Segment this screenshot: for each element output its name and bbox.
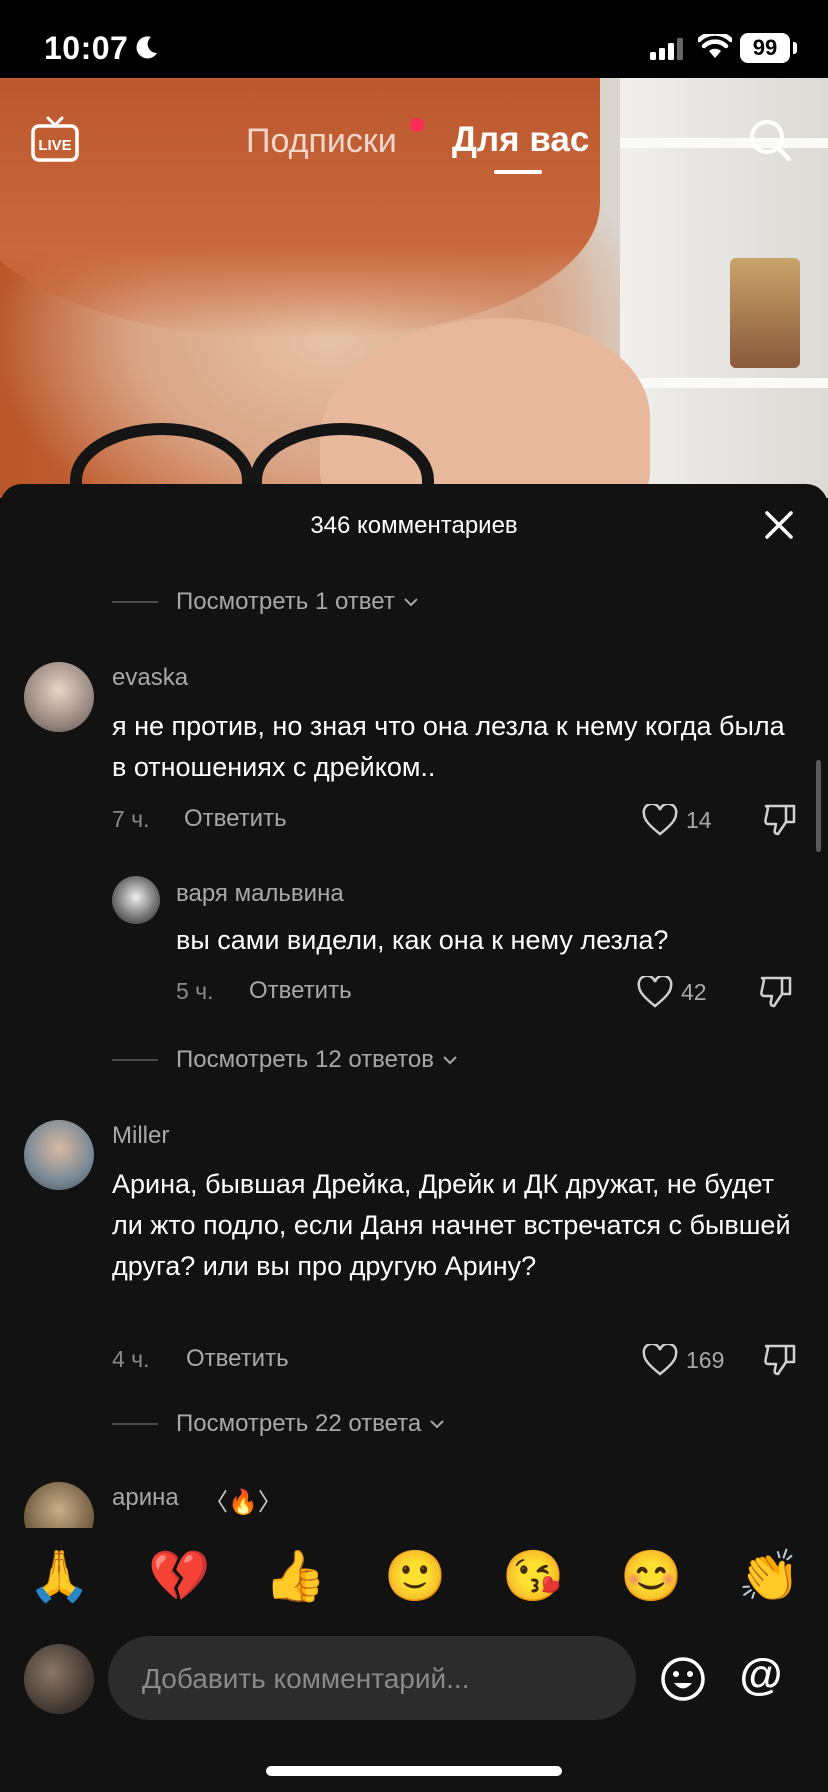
heart-icon[interactable] xyxy=(642,804,678,836)
emoji-clap[interactable]: 👏 xyxy=(738,1546,800,1606)
like-count: 42 xyxy=(681,979,707,1005)
user-badge: 〈🔥〉 xyxy=(204,1489,282,1516)
emoji-picker-icon[interactable] xyxy=(660,1656,706,1702)
view-replies-label: Посмотреть 12 ответов xyxy=(176,1046,434,1073)
battery-indicator: 99 xyxy=(740,33,790,63)
heart-icon[interactable] xyxy=(642,1344,678,1376)
status-time: 10:07 xyxy=(44,30,129,66)
comment-text: Арина, бывшая Дрейка, Дрейк и ДК дружат,… xyxy=(112,1169,791,1281)
emoji-smile[interactable]: 😊 xyxy=(620,1546,682,1606)
emoji-slight-smile[interactable]: 🙂 xyxy=(384,1546,446,1606)
reply-button[interactable]: Ответить xyxy=(184,805,287,833)
background-picture xyxy=(730,258,800,368)
emoji-kiss[interactable]: 😘 xyxy=(502,1546,564,1606)
scrollbar[interactable] xyxy=(816,760,821,852)
chevron-down-icon xyxy=(404,598,418,607)
divider-line xyxy=(112,1059,158,1061)
heart-icon[interactable] xyxy=(637,976,673,1008)
like-count: 14 xyxy=(686,807,712,833)
home-indicator xyxy=(266,1766,562,1776)
moon-icon xyxy=(136,36,157,59)
view-replies-label: Посмотреть 22 ответа xyxy=(176,1410,422,1437)
notification-dot xyxy=(410,118,424,132)
comment-composer: 🙏 💔 👍 🙂 😘 😊 👏 @ xyxy=(0,1528,828,1792)
avatar[interactable] xyxy=(24,1120,94,1190)
shelf-board xyxy=(620,378,828,388)
avatar[interactable] xyxy=(112,876,160,924)
active-tab-indicator xyxy=(494,170,542,174)
comment-text: вы сами видели, как она к нему лезла? xyxy=(176,925,669,955)
wifi-icon xyxy=(698,34,732,58)
dislike-icon[interactable] xyxy=(762,802,798,838)
view-replies-button[interactable]: Посмотреть 22 ответа xyxy=(112,1410,447,1438)
chevron-down-icon xyxy=(443,1056,457,1065)
divider-line xyxy=(112,1423,158,1425)
live-icon[interactable]: LIVE xyxy=(30,116,80,164)
comments-count-title: 346 комментариев xyxy=(310,512,518,539)
reply-button[interactable]: Ответить xyxy=(186,1345,289,1373)
comment-time: 5 ч. xyxy=(176,978,214,1004)
view-replies-button[interactable]: Посмотреть 12 ответов xyxy=(112,1046,460,1074)
view-replies-label: Посмотреть 1 ответ xyxy=(176,588,395,615)
like-count: 169 xyxy=(686,1347,725,1373)
signal-icon xyxy=(650,38,683,60)
reply-button[interactable]: Ответить xyxy=(249,977,352,1005)
comment-input[interactable] xyxy=(140,1636,614,1722)
svg-text:LIVE: LIVE xyxy=(38,137,71,154)
top-navigation: LIVE Подписки Для вас xyxy=(0,100,828,180)
comment-author[interactable]: Miller xyxy=(112,1122,169,1150)
dislike-icon[interactable] xyxy=(762,1342,798,1378)
chevron-down-icon xyxy=(430,1420,444,1429)
current-user-avatar xyxy=(24,1644,94,1714)
comment-input-container[interactable] xyxy=(108,1636,636,1722)
emoji-pray[interactable]: 🙏 xyxy=(28,1546,90,1606)
comment-author[interactable]: evaska xyxy=(112,664,188,692)
comment-text: я не против, но зная что она лезла к нем… xyxy=(112,711,785,782)
comment-author[interactable]: варя мальвина xyxy=(176,880,344,908)
avatar[interactable] xyxy=(24,662,94,732)
tab-following[interactable]: Подписки xyxy=(246,122,397,161)
status-bar: 10:07 99 xyxy=(0,0,828,78)
tab-for-you[interactable]: Для вас xyxy=(452,120,589,160)
dislike-icon[interactable] xyxy=(758,974,794,1010)
battery-tip xyxy=(793,42,797,54)
mention-icon[interactable]: @ xyxy=(738,1652,784,1698)
search-icon[interactable] xyxy=(748,118,792,162)
divider-line xyxy=(112,601,158,603)
emoji-broken-heart[interactable]: 💔 xyxy=(148,1546,210,1606)
emoji-thumbs-up[interactable]: 👍 xyxy=(264,1546,326,1606)
comment-time: 4 ч. xyxy=(112,1346,150,1372)
close-icon[interactable] xyxy=(762,508,796,542)
comment-author[interactable]: арина xyxy=(112,1484,179,1512)
comment-time: 7 ч. xyxy=(112,806,150,832)
view-replies-button[interactable]: Посмотреть 1 ответ xyxy=(112,588,421,616)
